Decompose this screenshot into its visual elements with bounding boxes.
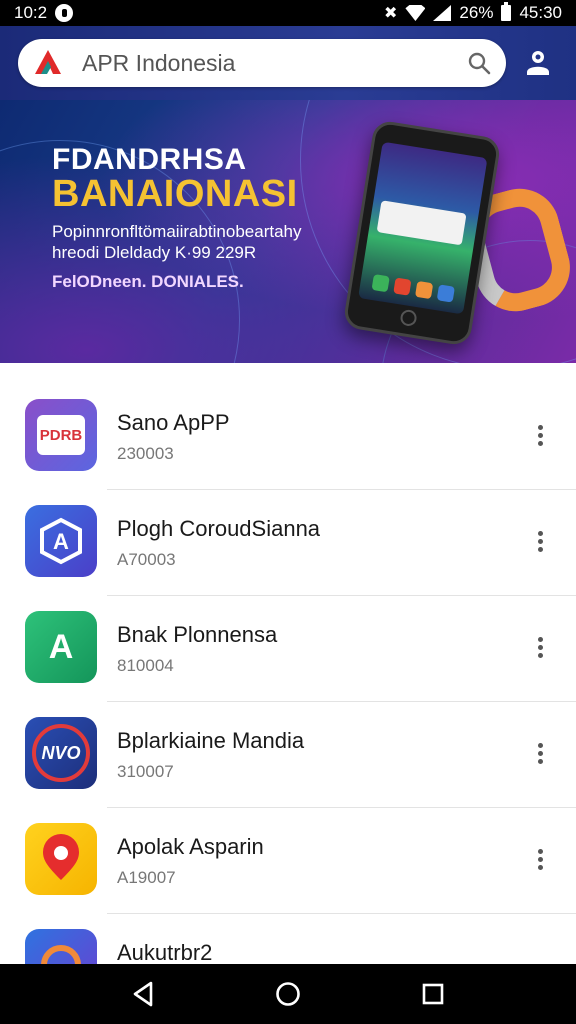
wifi-icon [405, 5, 426, 21]
green-a-app-icon: A [25, 611, 97, 683]
circle-app-icon [25, 929, 97, 964]
status-time: 10:2 [14, 3, 48, 22]
green-a-app-icon-label: A [48, 627, 74, 666]
banner-text-line2: hreodi Dleldady K·99 229R [52, 243, 257, 262]
list-item[interactable]: A Plogh CoroudSianna A70003 [0, 469, 576, 596]
app-name: Bplarkiaine Mandia [117, 728, 305, 753]
app-list: PDRB Sano ApPP 230003 A Plogh CoroudSian… [0, 363, 576, 964]
more-options-icon[interactable] [526, 633, 554, 661]
more-options-icon[interactable] [526, 527, 554, 555]
search-bar[interactable]: APR Indonesia [18, 39, 506, 87]
location-pin-app-icon [25, 823, 97, 895]
app-name: Apolak Asparin [117, 834, 264, 859]
app-header: APR Indonesia [0, 26, 576, 100]
shield-a-app-icon: A [25, 505, 97, 577]
nvo-app-icon: NVO [25, 717, 97, 789]
signal-icon [433, 5, 452, 21]
mute-icon: ✖ [384, 5, 398, 22]
banner-text-line1: Popinnronfltömaiirabtinobeartahy [52, 222, 302, 241]
app-name: Aukutrbr2 [117, 940, 213, 964]
more-options-icon[interactable] [526, 421, 554, 449]
house-app-icon-label: PDRB [37, 415, 85, 455]
home-icon[interactable] [264, 970, 312, 1018]
battery-icon [501, 2, 512, 21]
nvo-app-icon-label: NVO [32, 724, 90, 782]
recents-icon[interactable] [409, 970, 457, 1018]
search-icon[interactable] [466, 50, 492, 76]
more-options-icon[interactable] [526, 739, 554, 767]
app-id: A70003 [117, 550, 176, 569]
status-clock: 45:30 [519, 3, 562, 22]
list-item[interactable]: Aukutrbr2 [0, 893, 576, 964]
app-name: Sano ApPP [117, 410, 230, 435]
back-icon[interactable] [119, 970, 167, 1018]
house-app-icon: PDRB [25, 399, 97, 471]
app-id: 810004 [117, 656, 174, 675]
list-item[interactable]: Apolak Asparin A19007 [0, 787, 576, 914]
battery-percent: 26% [459, 3, 494, 22]
account-icon[interactable] [518, 43, 558, 83]
app-name: Plogh CoroudSianna [117, 516, 321, 541]
promo-banner[interactable]: FDANDRHSA BANAIONASI Popinnronfltömaiira… [0, 100, 576, 363]
alarm-icon [55, 4, 74, 22]
banner-title-line1: FDANDRHSA [52, 143, 247, 176]
list-item[interactable]: A Bnak Plonnensa 810004 [0, 575, 576, 702]
app-id: 230003 [117, 444, 174, 463]
navigation-bar [0, 964, 576, 1024]
more-options-icon[interactable] [526, 845, 554, 873]
list-item[interactable]: NVO Bplarkiaine Mandia 310007 [0, 681, 576, 808]
status-bar: 10:2 ✖ 26% 45:30 [0, 0, 576, 26]
shield-a-app-icon-label: A [53, 529, 69, 554]
search-input[interactable]: APR Indonesia [82, 50, 466, 77]
app-name: Bnak Plonnensa [117, 622, 278, 647]
app-id: A19007 [117, 868, 176, 887]
banner-text-line3: FelODneen. DONIALES. [52, 272, 244, 291]
banner-title-line2: BANAIONASI [52, 173, 298, 215]
list-item[interactable]: PDRB Sano ApPP 230003 [0, 363, 576, 490]
app-id: 310007 [117, 762, 174, 781]
app-logo-icon [28, 43, 68, 83]
